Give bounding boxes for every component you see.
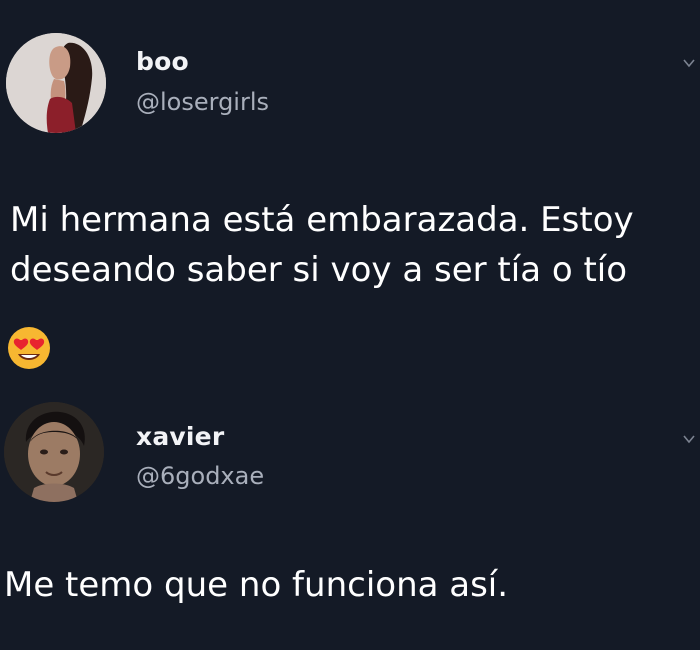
user-handle[interactable]: @losergirls	[136, 88, 269, 116]
tweet-text: Me temo que no funciona así.	[4, 565, 509, 605]
tweet-boo: boo @losergirls Mi hermana está embaraza…	[0, 0, 700, 390]
avatar-photo-woman	[6, 33, 106, 133]
tweet-text: Mi hermana está embarazada. Estoy desean…	[10, 200, 634, 290]
avatar-photo-man	[4, 402, 104, 502]
avatar-boo[interactable]	[6, 33, 106, 133]
tweet-xavier: xavier @6godxae Me temo que no funciona …	[0, 392, 700, 650]
user-handle[interactable]: @6godxae	[136, 462, 264, 490]
chevron-down-icon[interactable]	[682, 432, 696, 446]
heart-eyes-emoji-icon	[8, 327, 50, 369]
avatar-xavier[interactable]	[4, 402, 104, 502]
chevron-down-icon[interactable]	[682, 56, 696, 70]
display-name[interactable]: boo	[136, 47, 189, 76]
display-name[interactable]: xavier	[136, 422, 224, 451]
